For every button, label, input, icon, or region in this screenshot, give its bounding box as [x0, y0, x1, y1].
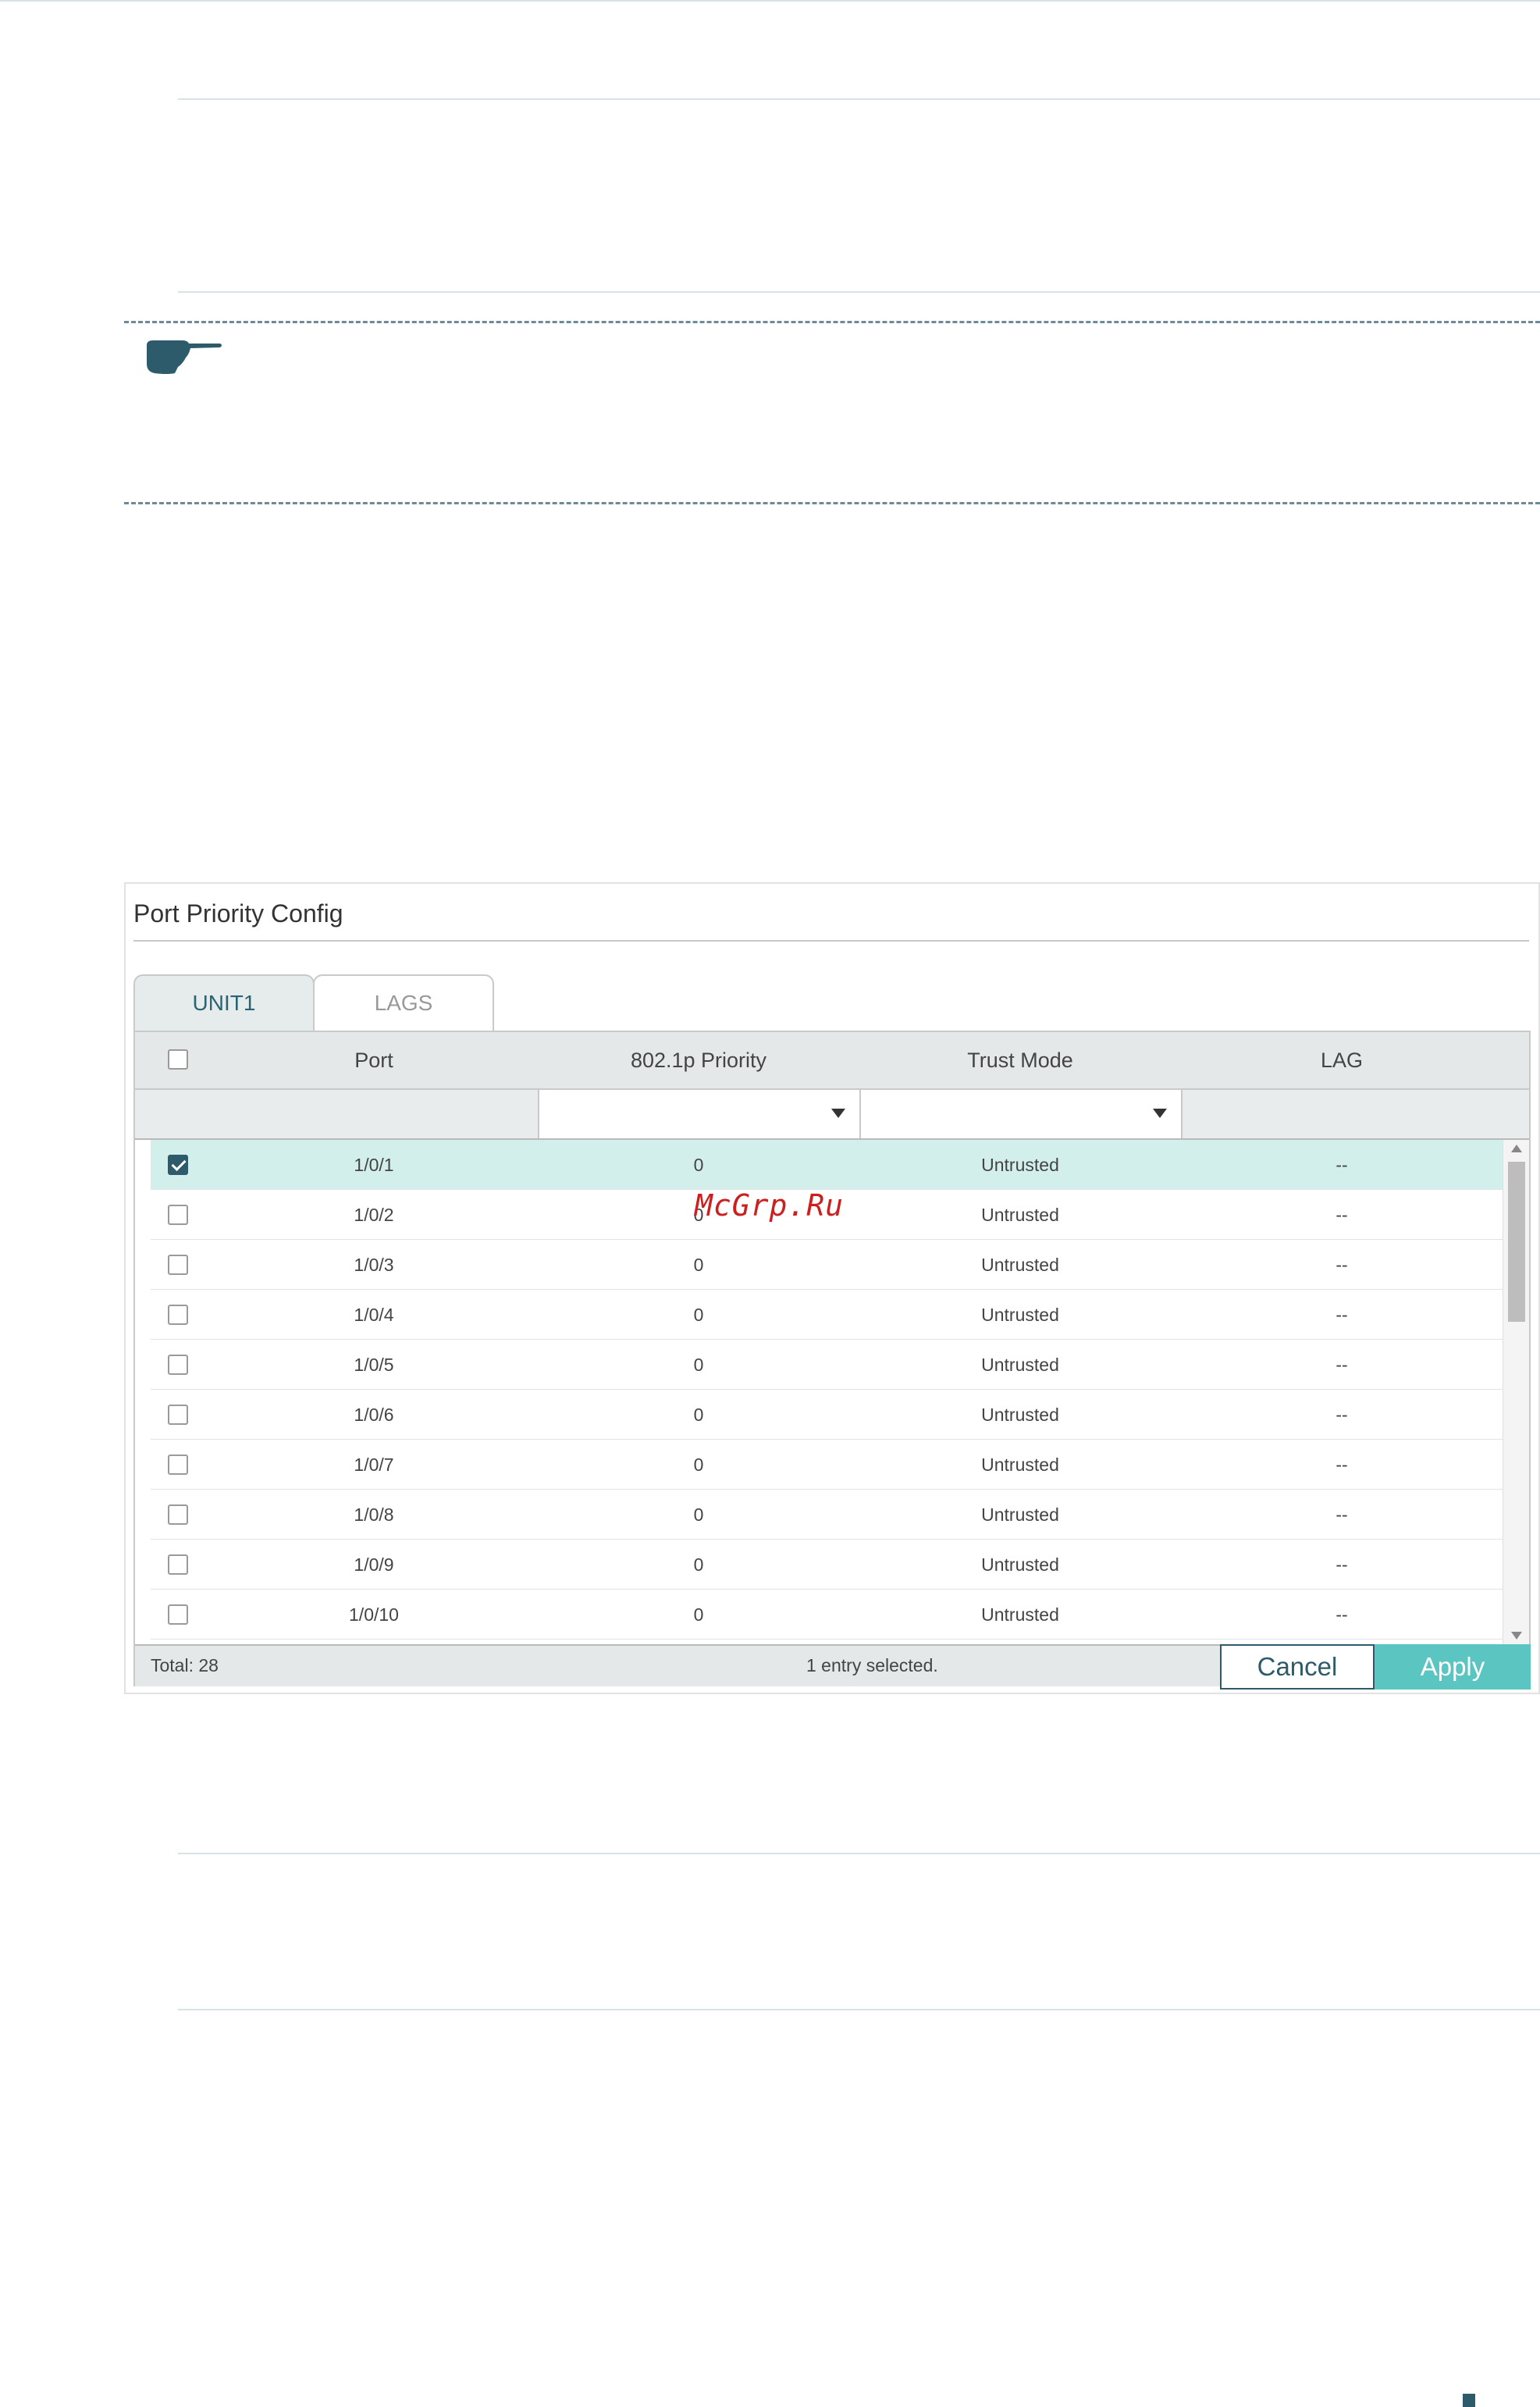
port-table: Port 802.1p Priority Trust Mode LAG 1/0/… [133, 1031, 1531, 1690]
table-row[interactable]: 1/0/4 0 Untrusted -- [151, 1290, 1509, 1340]
panel-title: Port Priority Config [133, 899, 343, 928]
note-border-bottom [124, 502, 1540, 504]
section-rule [178, 98, 1540, 100]
cell-priority: 0 [693, 1604, 704, 1625]
cell-lag: -- [1335, 1504, 1348, 1525]
panel-title-divider [133, 940, 1529, 942]
row-checkbox[interactable] [168, 1355, 188, 1375]
cell-port: 1/0/5 [354, 1354, 394, 1375]
cell-lag: -- [1335, 1454, 1348, 1475]
cell-lag: -- [1335, 1604, 1348, 1625]
scrollbar-thumb[interactable] [1508, 1162, 1525, 1322]
cell-port: 1/0/8 [354, 1504, 394, 1525]
cell-priority: 0 [693, 1404, 704, 1425]
page-top-rule [0, 0, 1540, 2]
cell-lag: -- [1335, 1204, 1348, 1225]
cell-trust-mode: Untrusted [981, 1254, 1059, 1275]
section-rule [178, 2009, 1540, 2010]
tab-lags[interactable]: LAGS [313, 974, 494, 1031]
cell-trust-mode: Untrusted [981, 1154, 1059, 1175]
tab-unit1[interactable]: UNIT1 [133, 974, 315, 1031]
cancel-button[interactable]: Cancel [1220, 1644, 1375, 1690]
table-row[interactable]: 1/0/8 0 Untrusted -- [151, 1490, 1509, 1540]
cell-lag: -- [1335, 1304, 1348, 1325]
apply-button[interactable]: Apply [1375, 1644, 1531, 1690]
row-checkbox[interactable] [168, 1205, 188, 1225]
priority-filter-select[interactable] [538, 1090, 861, 1138]
port-priority-config-panel: Port Priority Config UNIT1 LAGS Port 802… [124, 882, 1540, 1694]
cell-priority: 0 [693, 1554, 704, 1575]
cell-trust-mode: Untrusted [981, 1554, 1059, 1575]
row-checkbox[interactable] [168, 1155, 188, 1175]
section-rule [178, 1853, 1540, 1854]
table-row[interactable]: 1/0/5 0 Untrusted -- [151, 1340, 1509, 1390]
cell-lag: -- [1335, 1154, 1348, 1175]
table-footer: Total: 28 1 entry selected. Cancel Apply [135, 1644, 1531, 1690]
cell-lag: -- [1335, 1404, 1348, 1425]
scroll-down-icon[interactable] [1511, 1632, 1522, 1640]
table-header: Port 802.1p Priority Trust Mode LAG [135, 1032, 1529, 1090]
cell-trust-mode: Untrusted [981, 1454, 1059, 1475]
cell-port: 1/0/2 [354, 1204, 394, 1225]
cell-trust-mode: Untrusted [981, 1404, 1059, 1425]
cell-lag: -- [1335, 1254, 1348, 1275]
cell-port: 1/0/10 [349, 1604, 399, 1625]
cell-priority: 0 [693, 1354, 704, 1375]
table-row[interactable]: 1/0/9 0 Untrusted -- [151, 1540, 1509, 1590]
cell-priority: 0 [693, 1254, 704, 1275]
cell-port: 1/0/1 [354, 1154, 394, 1175]
cell-priority: 0 [693, 1154, 704, 1175]
page-marker [1463, 2394, 1475, 2407]
total-count: Total: 28 [151, 1655, 219, 1675]
table-row[interactable]: 1/0/1 0 Untrusted -- [151, 1140, 1509, 1190]
row-checkbox[interactable] [168, 1604, 188, 1625]
trust-mode-filter-select[interactable] [859, 1090, 1183, 1138]
row-checkbox[interactable] [168, 1305, 188, 1325]
table-row[interactable]: 1/0/3 0 Untrusted -- [151, 1240, 1509, 1290]
watermark: McGrp.Ru [695, 1188, 845, 1223]
caret-down-icon [1153, 1109, 1167, 1118]
cell-trust-mode: Untrusted [981, 1504, 1059, 1525]
vertical-scrollbar[interactable] [1503, 1140, 1529, 1644]
cell-port: 1/0/6 [354, 1404, 394, 1425]
selection-status: 1 entry selected. [806, 1655, 938, 1675]
note-border-top [124, 321, 1540, 323]
caret-down-icon [831, 1109, 845, 1118]
scroll-up-icon[interactable] [1511, 1145, 1522, 1152]
column-header-port: Port [354, 1048, 393, 1072]
cell-trust-mode: Untrusted [981, 1354, 1059, 1375]
cell-trust-mode: Untrusted [981, 1304, 1059, 1325]
cell-trust-mode: Untrusted [981, 1604, 1059, 1625]
row-checkbox[interactable] [168, 1554, 188, 1575]
column-header-lag: LAG [1320, 1048, 1364, 1072]
cell-priority: 0 [693, 1304, 704, 1325]
cell-priority: 0 [693, 1454, 704, 1475]
select-all-checkbox[interactable] [168, 1049, 188, 1070]
table-row[interactable]: 1/0/10 0 Untrusted -- [151, 1590, 1509, 1640]
table-row[interactable]: 1/0/7 0 Untrusted -- [151, 1440, 1509, 1490]
row-checkbox[interactable] [168, 1255, 188, 1275]
pointing-hand-icon [147, 340, 222, 374]
cell-lag: -- [1335, 1354, 1348, 1375]
section-rule [178, 291, 1540, 293]
table-row[interactable]: 1/0/6 0 Untrusted -- [151, 1390, 1509, 1440]
filter-row [135, 1090, 1529, 1140]
column-header-priority: 802.1p Priority [630, 1048, 767, 1072]
row-checkbox[interactable] [168, 1504, 188, 1525]
cell-port: 1/0/4 [354, 1304, 394, 1325]
cell-port: 1/0/3 [354, 1254, 394, 1275]
row-checkbox[interactable] [168, 1455, 188, 1475]
column-header-trust-mode: Trust Mode [967, 1048, 1073, 1072]
cell-lag: -- [1335, 1554, 1348, 1575]
row-checkbox[interactable] [168, 1405, 188, 1425]
cell-priority: 0 [693, 1504, 704, 1525]
cell-trust-mode: Untrusted [981, 1204, 1059, 1225]
cell-port: 1/0/7 [354, 1454, 394, 1475]
cell-port: 1/0/9 [354, 1554, 394, 1575]
